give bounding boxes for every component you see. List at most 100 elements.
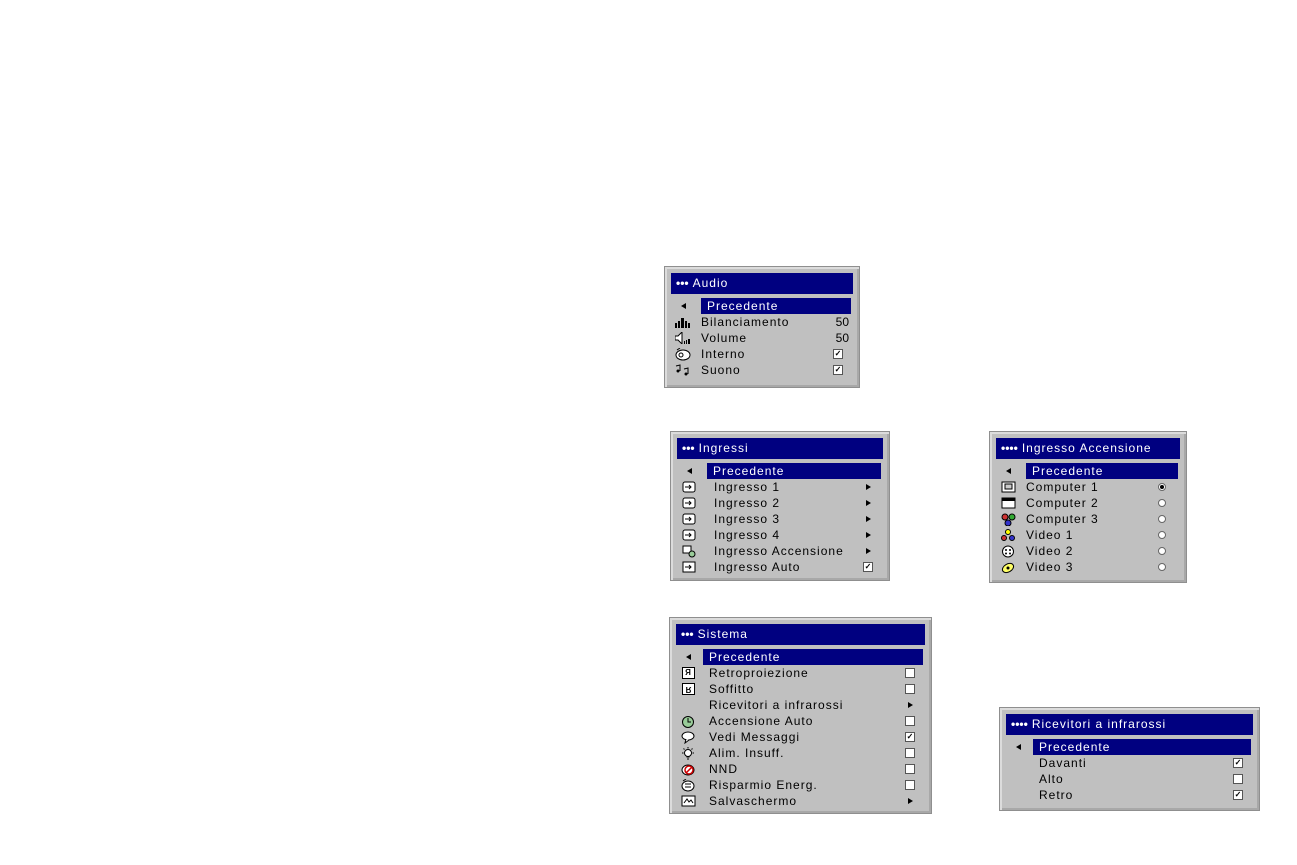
radio-button-selected[interactable] (1158, 483, 1166, 491)
system-menu: ••• Sistema Precedente Я Retroproiezione … (669, 617, 932, 814)
back-arrow-icon (1000, 464, 1016, 478)
submenu-arrow-icon (866, 548, 871, 554)
inputs-item-label: Ingresso 4 (714, 528, 781, 542)
power-input-option[interactable]: Computer 1 (996, 479, 1180, 495)
ir-receiver-item-rear[interactable]: Retro ✓ (1006, 787, 1253, 803)
speaker-icon (675, 331, 691, 345)
rear-checkbox[interactable]: ✓ (1233, 790, 1243, 800)
inputs-menu: ••• Ingressi Precedente Ingresso 1 Ingres… (670, 431, 890, 581)
back-item[interactable]: Precedente (996, 463, 1180, 479)
ceiling-checkbox[interactable] (905, 684, 915, 694)
system-item-ceiling[interactable]: Я Soffitto (676, 681, 925, 697)
screensaver-icon (680, 794, 696, 808)
ir-receiver-label: Davanti (1039, 756, 1087, 770)
back-label: Precedente (707, 463, 881, 479)
top-checkbox[interactable] (1233, 774, 1243, 784)
menu-level-dots: •••• (1011, 717, 1028, 731)
radio-button[interactable] (1158, 531, 1166, 539)
message-icon (680, 730, 696, 744)
internal-checkbox[interactable]: ✓ (833, 349, 843, 359)
back-item[interactable]: Precedente (677, 463, 883, 479)
balance-value: 50 (835, 315, 849, 329)
no-blank-icon (680, 762, 696, 776)
power-saving-icon (680, 778, 696, 792)
inputs-item[interactable]: Ingresso 1 (677, 479, 883, 495)
inputs-item[interactable]: Ingresso 3 (677, 511, 883, 527)
ir-receivers-menu-title-bar: •••• Ricevitori a infrarossi (1006, 714, 1253, 735)
ir-receiver-item-top[interactable]: Alto (1006, 771, 1253, 787)
system-menu-title: Sistema (697, 627, 748, 641)
auto-input-checkbox[interactable]: ✓ (863, 562, 873, 572)
svideo-icon (1000, 544, 1016, 558)
radio-button[interactable] (1158, 563, 1166, 571)
sound-checkbox[interactable]: ✓ (833, 365, 843, 375)
system-item-rear-projection[interactable]: Я Retroproiezione (676, 665, 925, 681)
menu-level-dots: ••• (676, 276, 689, 290)
messages-checkbox[interactable]: ✓ (905, 732, 915, 742)
system-item-low-power[interactable]: Alim. Insuff. (676, 745, 925, 761)
inputs-item[interactable]: Ingresso Accensione (677, 543, 883, 559)
menu-level-dots: ••• (682, 441, 695, 455)
power-saving-checkbox[interactable] (905, 780, 915, 790)
power-input-option-label: Computer 2 (1026, 496, 1099, 510)
inputs-item[interactable]: Ingresso Auto ✓ (677, 559, 883, 575)
low-power-checkbox[interactable] (905, 748, 915, 758)
rear-projection-icon: Я (680, 666, 696, 680)
front-checkbox[interactable]: ✓ (1233, 758, 1243, 768)
system-item-label: Risparmio Energ. (709, 778, 818, 792)
ir-receiver-label: Retro (1039, 788, 1074, 802)
back-label: Precedente (703, 649, 923, 665)
power-input-menu-title: Ingresso Accensione (1021, 441, 1152, 455)
system-item-label: NND (709, 762, 738, 776)
power-input-option[interactable]: Computer 3 (996, 511, 1180, 527)
system-item-messages[interactable]: Vedi Messaggi ✓ (676, 729, 925, 745)
auto-input-icon (681, 560, 697, 574)
audio-item-volume[interactable]: Volume 50 (671, 330, 853, 346)
system-menu-title-bar: ••• Sistema (676, 624, 925, 645)
power-input-option[interactable]: Video 1 (996, 527, 1180, 543)
submenu-arrow-icon (908, 702, 913, 708)
power-input-option[interactable]: Video 2 (996, 543, 1180, 559)
back-item[interactable]: Precedente (676, 649, 925, 665)
audio-item-label: Suono (701, 363, 741, 377)
inputs-item-label: Ingresso Accensione (714, 544, 844, 558)
auto-power-checkbox[interactable] (905, 716, 915, 726)
inputs-item[interactable]: Ingresso 2 (677, 495, 883, 511)
ir-receivers-menu: •••• Ricevitori a infrarossi Precedente D… (999, 707, 1260, 811)
back-item[interactable]: Precedente (1006, 739, 1253, 755)
audio-item-sound[interactable]: Suono ✓ (671, 362, 853, 378)
inputs-item-label: Ingresso 3 (714, 512, 781, 526)
inputs-item[interactable]: Ingresso 4 (677, 527, 883, 543)
system-item-power-saving[interactable]: Risparmio Energ. (676, 777, 925, 793)
nnd-checkbox[interactable] (905, 764, 915, 774)
radio-button[interactable] (1158, 499, 1166, 507)
ir-receiver-item-front[interactable]: Davanti ✓ (1006, 755, 1253, 771)
audio-item-internal[interactable]: Interno ✓ (671, 346, 853, 362)
back-item[interactable]: Precedente (671, 298, 853, 314)
internal-speaker-icon (675, 347, 691, 361)
radio-button[interactable] (1158, 515, 1166, 523)
audio-item-label: Bilanciamento (701, 315, 790, 329)
power-input-option-label: Computer 3 (1026, 512, 1099, 526)
submenu-arrow-icon (866, 516, 871, 522)
power-input-option[interactable]: Video 3 (996, 559, 1180, 575)
audio-item-balance[interactable]: Bilanciamento 50 (671, 314, 853, 330)
balance-icon (675, 315, 691, 329)
system-item-screensaver[interactable]: Salvaschermo (676, 793, 925, 809)
system-item-ir-receivers[interactable]: Ricevitori a infrarossi (676, 697, 925, 713)
system-item-auto-power[interactable]: Accensione Auto (676, 713, 925, 729)
system-item-label: Retroproiezione (709, 666, 809, 680)
rear-projection-checkbox[interactable] (905, 668, 915, 678)
back-arrow-icon (675, 299, 691, 313)
input-icon (681, 528, 697, 542)
music-note-icon (675, 363, 691, 377)
audio-menu-title-bar: ••• Audio (671, 273, 853, 294)
radio-button[interactable] (1158, 547, 1166, 555)
system-item-label: Salvaschermo (709, 794, 798, 808)
back-label: Precedente (701, 298, 851, 314)
power-input-option[interactable]: Computer 2 (996, 495, 1180, 511)
system-item-nnd[interactable]: NND (676, 761, 925, 777)
ir-receivers-menu-title: Ricevitori a infrarossi (1031, 717, 1167, 731)
rca-icon (1000, 528, 1016, 542)
input-icon (681, 496, 697, 510)
